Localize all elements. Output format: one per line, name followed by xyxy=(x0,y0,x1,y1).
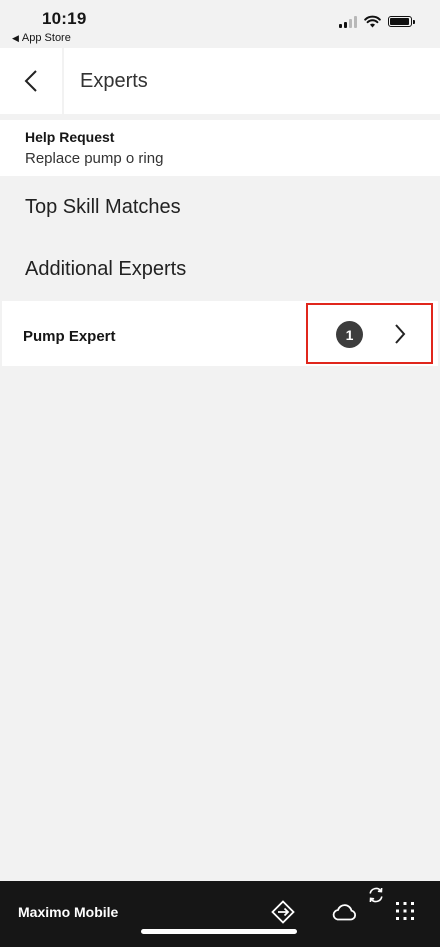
cellular-signal-icon xyxy=(339,15,357,28)
bottom-bar: Maximo Mobile xyxy=(0,881,440,947)
cloud-icon[interactable] xyxy=(331,902,357,922)
expert-count-badge: 1 xyxy=(336,321,363,348)
help-request-value: Replace pump o ring xyxy=(25,150,164,167)
top-skill-matches-heading: Top Skill Matches xyxy=(25,196,181,218)
help-request-label: Help Request xyxy=(25,129,115,145)
home-indicator[interactable] xyxy=(141,929,297,934)
page-title: Experts xyxy=(80,70,148,92)
battery-icon xyxy=(388,16,415,27)
expert-open-button[interactable]: 1 xyxy=(306,303,433,364)
app-name: Maximo Mobile xyxy=(18,904,119,920)
expert-name: Pump Expert xyxy=(23,328,116,345)
expert-row-pump-expert[interactable]: Pump Expert 1 xyxy=(2,301,438,366)
status-icons xyxy=(339,15,415,28)
chevron-left-icon xyxy=(24,70,37,92)
back-button[interactable] xyxy=(0,48,64,114)
additional-experts-heading: Additional Experts xyxy=(25,258,187,280)
status-time: 10:19 xyxy=(42,9,87,28)
back-app-label: App Store xyxy=(21,32,71,44)
sync-icon[interactable] xyxy=(367,886,385,904)
page-header: Experts xyxy=(0,48,440,114)
chevron-right-icon xyxy=(395,324,406,344)
help-request-card: Help Request Replace pump o ring xyxy=(0,120,440,176)
back-to-app-store-link[interactable]: ◀ App Store xyxy=(12,32,71,44)
app-grid-icon[interactable] xyxy=(395,901,415,921)
back-triangle-icon: ◀ xyxy=(12,32,19,43)
navigator-icon[interactable] xyxy=(271,900,295,924)
wifi-icon xyxy=(364,15,381,28)
status-bar: 10:19 ◀ App Store xyxy=(0,0,440,48)
